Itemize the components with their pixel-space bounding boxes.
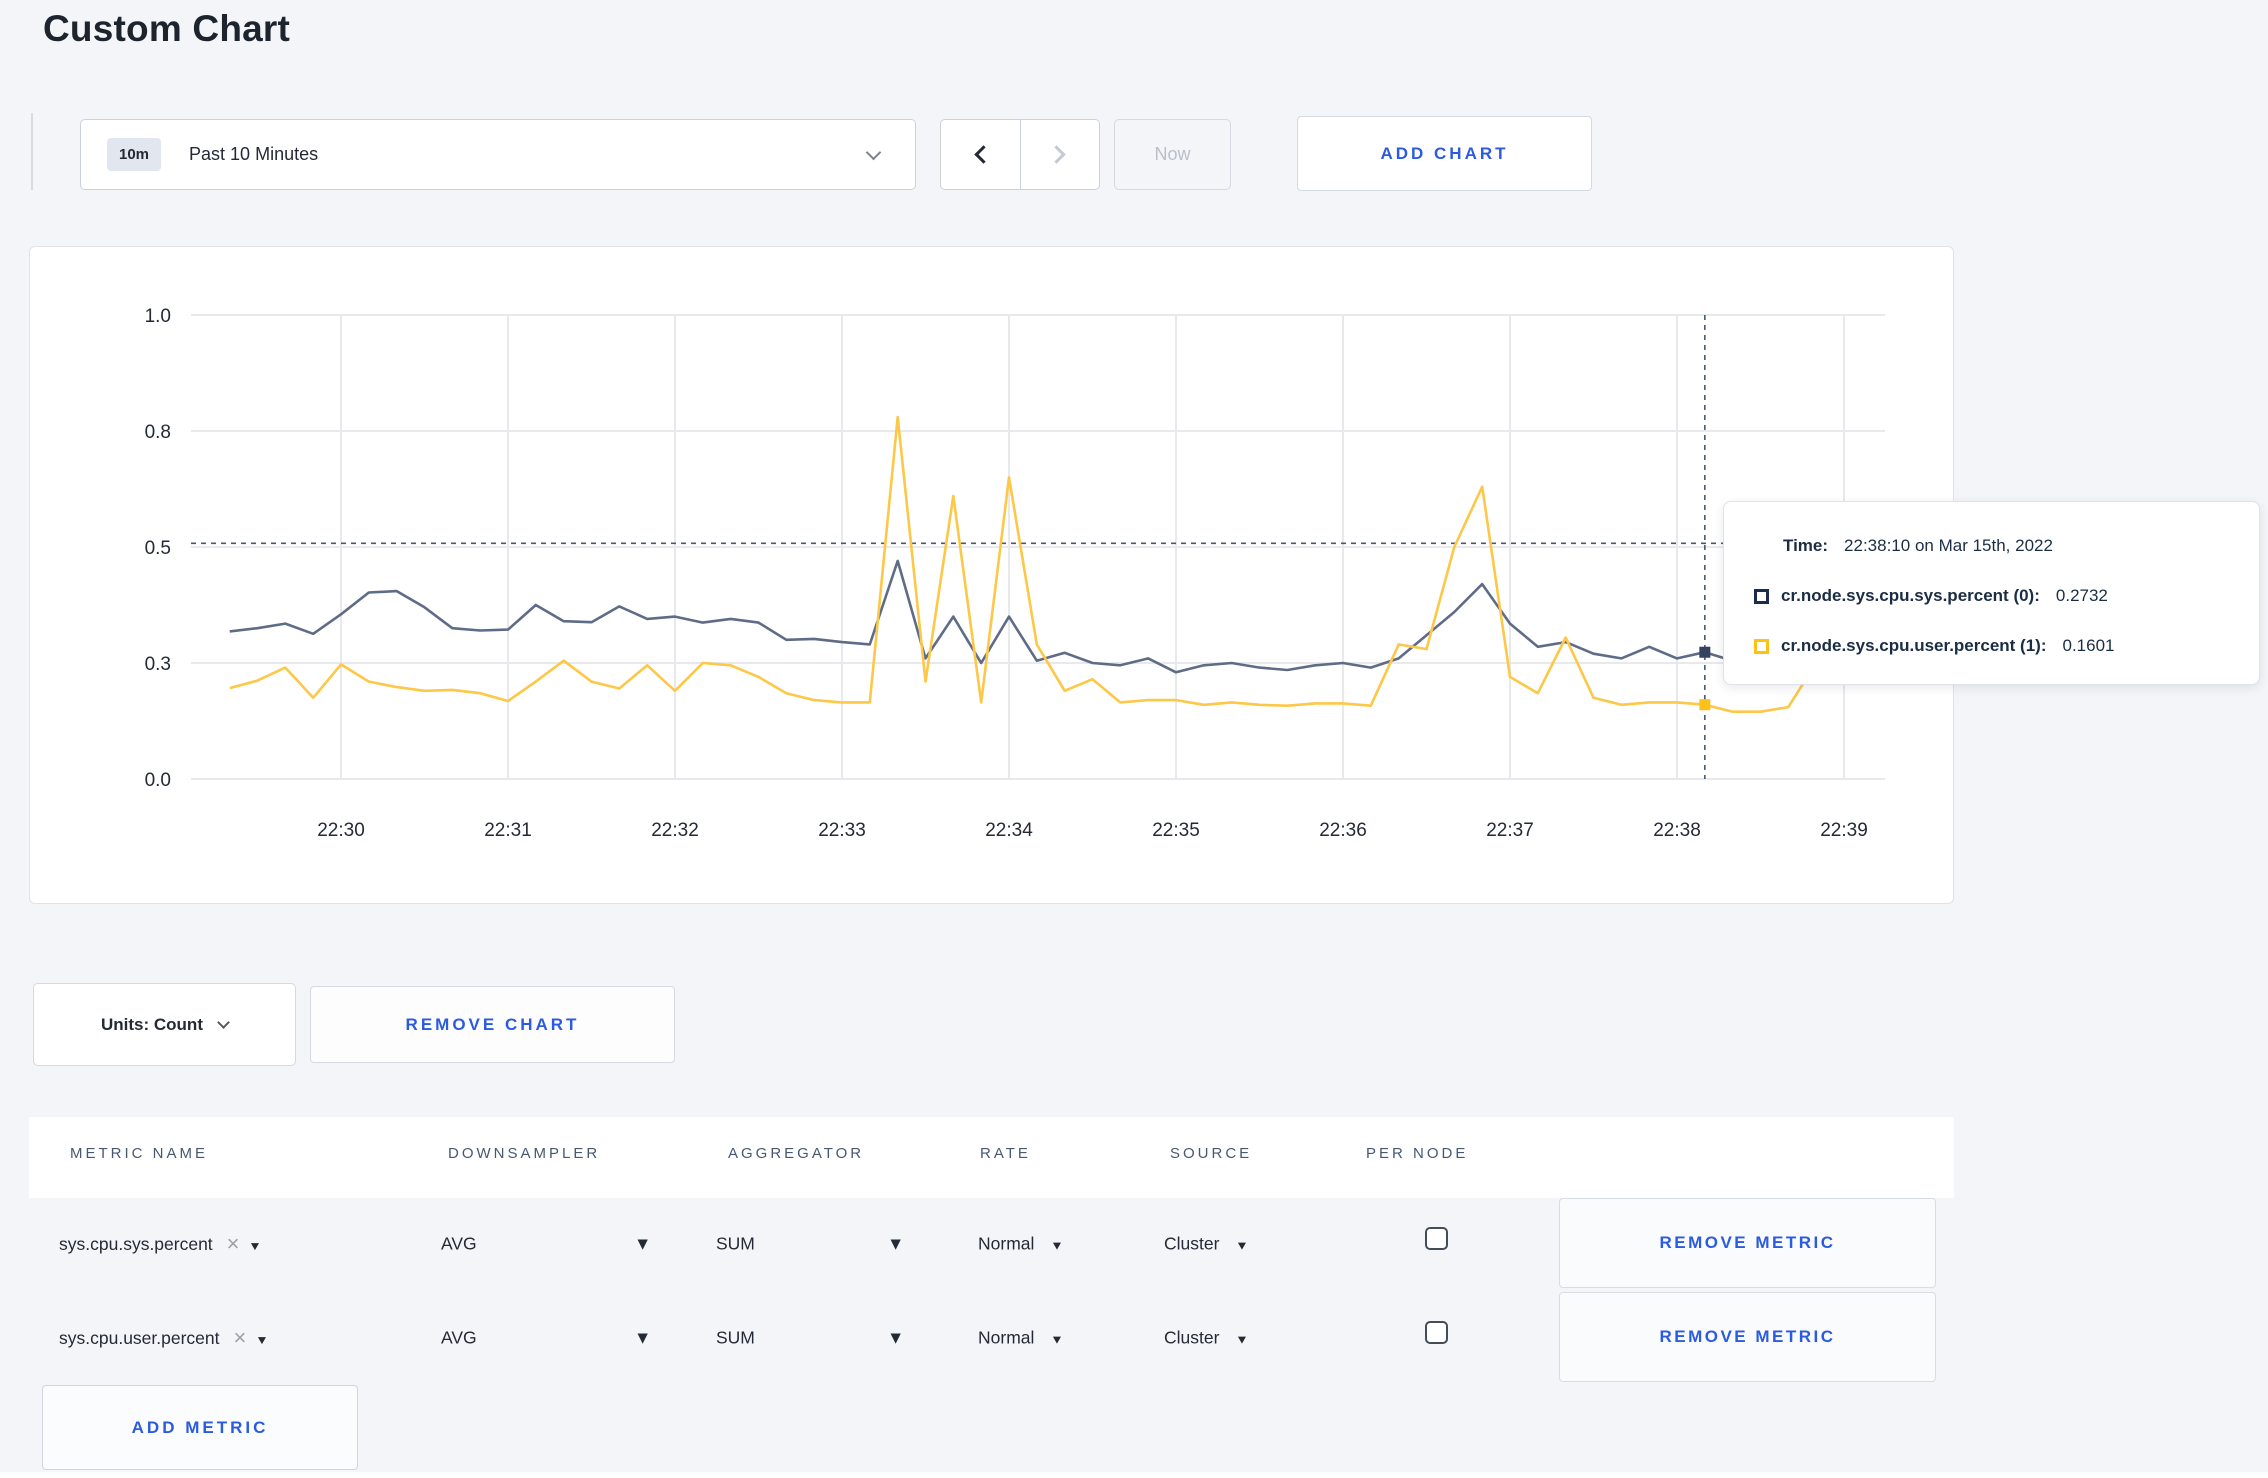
remove-chart-button[interactable]: REMOVE CHART (310, 986, 675, 1063)
prev-range-button[interactable] (941, 120, 1021, 189)
caret-down-icon: ▼ (1050, 1332, 1065, 1347)
series-line-1 (229, 415, 1873, 714)
time-range-pager (940, 119, 1100, 190)
metric-name-select[interactable]: sys.cpu.sys.percent × ▼ (59, 1231, 263, 1257)
header-downsampler: DOWNSAMPLER (448, 1145, 601, 1162)
caret-down-icon: ▼ (634, 1233, 652, 1254)
tooltip-time-value: 22:38:10 on Mar 15th, 2022 (1844, 536, 2053, 555)
sys-percent-swatch-icon (1754, 588, 1769, 604)
crosshair-marker (1699, 646, 1711, 658)
caret-down-icon: ▼ (887, 1327, 905, 1348)
rate-select[interactable]: Normal ▼ (978, 1234, 1065, 1255)
now-button[interactable]: Now (1114, 119, 1231, 190)
y-axis-label: 0.8 (145, 422, 171, 443)
metric-row: sys.cpu.user.percent × ▼ AVG ▼ SUM ▼ Norm… (29, 1292, 1954, 1384)
series-line-0 (229, 559, 1873, 674)
x-axis-label: 22:39 (1820, 820, 1868, 841)
metrics-table-header: METRIC NAME DOWNSAMPLER AGGREGATOR RATE … (29, 1117, 1954, 1198)
tooltip-series-row: cr.node.sys.cpu.user.percent (1): 0.1601 (1754, 621, 2231, 671)
y-axis-label: 1.0 (145, 306, 171, 327)
toolbar-divider (31, 113, 33, 190)
tooltip-series-name: cr.node.sys.cpu.sys.percent (0): (1781, 586, 2040, 605)
header-source: SOURCE (1170, 1145, 1253, 1162)
metric-row: sys.cpu.sys.percent × ▼ AVG ▼ SUM ▼ Norma… (29, 1198, 1954, 1290)
remove-metric-button[interactable]: REMOVE METRIC (1559, 1198, 1936, 1288)
aggregator-select[interactable]: SUM (716, 1328, 755, 1349)
downsampler-select[interactable]: AVG (441, 1234, 477, 1255)
caret-down-icon: ▼ (634, 1327, 652, 1348)
page-title: Custom Chart (43, 8, 291, 49)
user-percent-swatch-icon (1754, 638, 1769, 654)
x-axis-label: 22:32 (651, 820, 699, 841)
y-axis-label: 0.5 (145, 538, 171, 559)
x-axis-label: 22:35 (1152, 820, 1200, 841)
tooltip-time-label: Time: (1783, 536, 1829, 555)
crosshair-marker (1699, 699, 1711, 711)
x-axis-label: 22:33 (818, 820, 866, 841)
header-rate: RATE (980, 1145, 1031, 1162)
chevron-down-icon (865, 144, 882, 161)
x-axis-label: 22:30 (317, 820, 365, 841)
chart-tooltip: Time: 22:38:10 on Mar 15th, 2022 cr.node… (1723, 501, 2260, 685)
tooltip-series-value: 0.2732 (2055, 586, 2108, 605)
add-metric-button[interactable]: ADD METRIC (42, 1385, 358, 1470)
chevron-right-icon (1047, 145, 1066, 164)
remove-metric-button[interactable]: REMOVE METRIC (1559, 1292, 1936, 1382)
units-select-label: Units: Count (101, 1014, 203, 1034)
header-metric-name: METRIC NAME (70, 1145, 208, 1162)
caret-down-icon: ▼ (1235, 1238, 1250, 1253)
header-per-node: PER NODE (1366, 1145, 1469, 1162)
tooltip-time-row: Time: 22:38:10 on Mar 15th, 2022 (1754, 521, 2231, 571)
x-axis-label: 22:36 (1319, 820, 1367, 841)
time-range-select[interactable]: 10m Past 10 Minutes (80, 119, 916, 190)
chevron-down-icon (217, 1016, 230, 1029)
header-aggregator: AGGREGATOR (728, 1145, 865, 1162)
clear-metric-icon[interactable]: × (234, 1325, 247, 1350)
per-node-checkbox[interactable] (1425, 1227, 1448, 1250)
y-axis-label: 0.3 (145, 654, 171, 675)
custom-chart-page: Custom Chart 10m Past 10 Minutes Now ADD… (0, 0, 2268, 1478)
caret-down-icon: ▼ (255, 1333, 269, 1347)
rate-select[interactable]: Normal ▼ (978, 1328, 1065, 1349)
caret-down-icon: ▼ (1050, 1238, 1065, 1253)
metric-name-select[interactable]: sys.cpu.user.percent × ▼ (59, 1325, 269, 1351)
x-axis-label: 22:37 (1486, 820, 1534, 841)
tooltip-series-name: cr.node.sys.cpu.user.percent (1): (1781, 636, 2047, 655)
x-axis-label: 22:38 (1653, 820, 1701, 841)
aggregator-select[interactable]: SUM (716, 1234, 755, 1255)
downsampler-select[interactable]: AVG (441, 1328, 477, 1349)
add-chart-button[interactable]: ADD CHART (1297, 116, 1592, 191)
next-range-button[interactable] (1021, 120, 1100, 189)
bottom-panel-edge (0, 1472, 2268, 1478)
tooltip-series-row: cr.node.sys.cpu.sys.percent (0): 0.2732 (1754, 571, 2231, 621)
caret-down-icon: ▼ (887, 1233, 905, 1254)
chart-card: 0.0 0.3 0.5 0.8 1.0 22:30 22:31 22:32 22:33 22:34… (29, 246, 1954, 904)
time-range-label: Past 10 Minutes (189, 144, 319, 164)
caret-down-icon: ▼ (248, 1239, 263, 1253)
x-axis-label: 22:31 (484, 820, 532, 841)
chevron-left-icon (974, 145, 993, 164)
tooltip-series-value: 0.1601 (2062, 636, 2115, 655)
cpu-usage-chart[interactable]: 0.0 0.3 0.5 0.8 1.0 22:30 22:31 22:32 22:33 22:34… (30, 247, 1953, 903)
y-axis-label: 0.0 (145, 770, 171, 791)
x-axis-label: 22:34 (985, 820, 1033, 841)
units-select[interactable]: Units: Count (33, 983, 296, 1066)
source-select[interactable]: Cluster ▼ (1164, 1328, 1250, 1349)
per-node-checkbox[interactable] (1425, 1321, 1448, 1344)
clear-metric-icon[interactable]: × (227, 1231, 240, 1256)
time-range-badge: 10m (107, 138, 162, 171)
caret-down-icon: ▼ (1235, 1332, 1250, 1347)
source-select[interactable]: Cluster ▼ (1164, 1234, 1250, 1255)
